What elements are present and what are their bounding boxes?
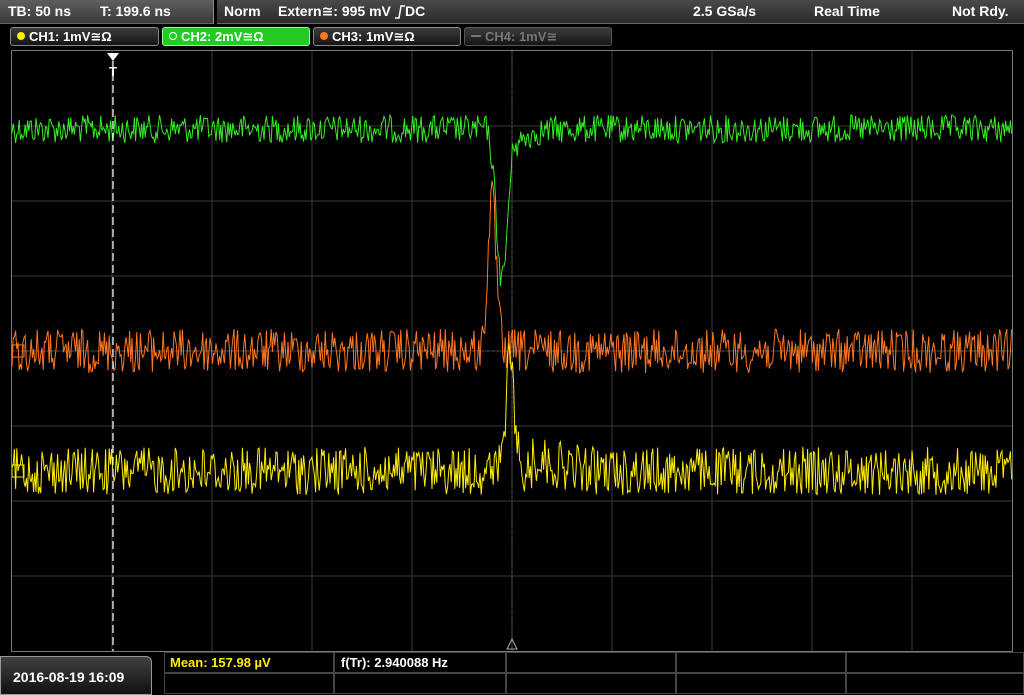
sample-rate: 2.5 GSa/s	[693, 3, 757, 19]
measurement-empty-cell[interactable]	[506, 652, 676, 673]
channel-tab-ch3[interactable]: CH3: 1mV≅Ω	[313, 27, 461, 46]
rising-edge-icon	[395, 5, 405, 19]
waveform-display[interactable]: T	[11, 50, 1013, 652]
acquisition-mode[interactable]: Real Time	[814, 3, 880, 19]
ch2-color-dot	[169, 32, 177, 40]
measurement-empty-cell[interactable]	[334, 673, 506, 694]
timebase-value[interactable]: TB: 50 ns	[8, 3, 71, 19]
ch4-off-icon	[471, 35, 481, 37]
trigger-settings-box[interactable]: Norm Extern≅: 995 mV DC 2.5 GSa/s Real T…	[217, 0, 1024, 24]
measurement-freq-cell[interactable]: f(Tr): 2.940088 Hz	[334, 652, 506, 673]
measurement-empty-cell[interactable]	[676, 652, 846, 673]
trigger-coupling[interactable]: DC	[405, 3, 425, 19]
measurement-bar: Mean: 157.98 µV f(Tr): 2.940088 Hz	[164, 652, 1024, 695]
measurement-empty-cell[interactable]	[676, 673, 846, 694]
ch3-label: CH3: 1mV≅Ω	[332, 29, 415, 44]
trigger-mode[interactable]: Norm	[224, 3, 261, 19]
ch2-label: CH2: 2mV≅Ω	[181, 29, 264, 44]
ch3-color-dot	[320, 32, 328, 40]
ch1-label: CH1: 1mV≅Ω	[29, 29, 112, 44]
measurement-freq: f(Tr): 2.940088 Hz	[341, 655, 448, 670]
trigger-position-arrow-icon	[107, 53, 119, 61]
channel-tab-ch2[interactable]: CH2: 2mV≅Ω	[162, 27, 310, 46]
channel-tabs: CH1: 1mV≅Ω CH2: 2mV≅Ω CH3: 1mV≅Ω CH4: 1m…	[0, 26, 1024, 48]
date-time-box: 2016-08-19 16:09	[0, 656, 152, 695]
ch1-color-dot	[17, 32, 25, 40]
trigger-marker-label: T	[109, 64, 117, 79]
date-time: 2016-08-19 16:09	[13, 669, 125, 685]
measurement-mean: Mean: 157.98 µV	[170, 655, 271, 670]
timebase-box[interactable]: TB: 50 ns T: 199.6 ns	[0, 0, 214, 24]
trigger-time-value[interactable]: T: 199.6 ns	[100, 3, 171, 19]
measurement-empty-cell[interactable]	[846, 673, 1024, 694]
ch4-label: CH4: 1mV≅	[485, 29, 558, 44]
measurement-empty-cell[interactable]	[164, 673, 334, 694]
trigger-state: Not Rdy.	[952, 3, 1009, 19]
status-bar: TB: 50 ns T: 199.6 ns Norm Extern≅: 995 …	[0, 0, 1024, 24]
channel-tab-ch1[interactable]: CH1: 1mV≅Ω	[10, 27, 159, 46]
measurement-mean-cell[interactable]: Mean: 157.98 µV	[164, 652, 334, 673]
trigger-source[interactable]: Extern≅: 995 mV	[278, 3, 391, 20]
channel-tab-ch4[interactable]: CH4: 1mV≅	[464, 27, 612, 46]
measurement-empty-cell[interactable]	[846, 652, 1024, 673]
waveform-canvas[interactable]: T	[12, 51, 1012, 651]
measurement-empty-cell[interactable]	[506, 673, 676, 694]
